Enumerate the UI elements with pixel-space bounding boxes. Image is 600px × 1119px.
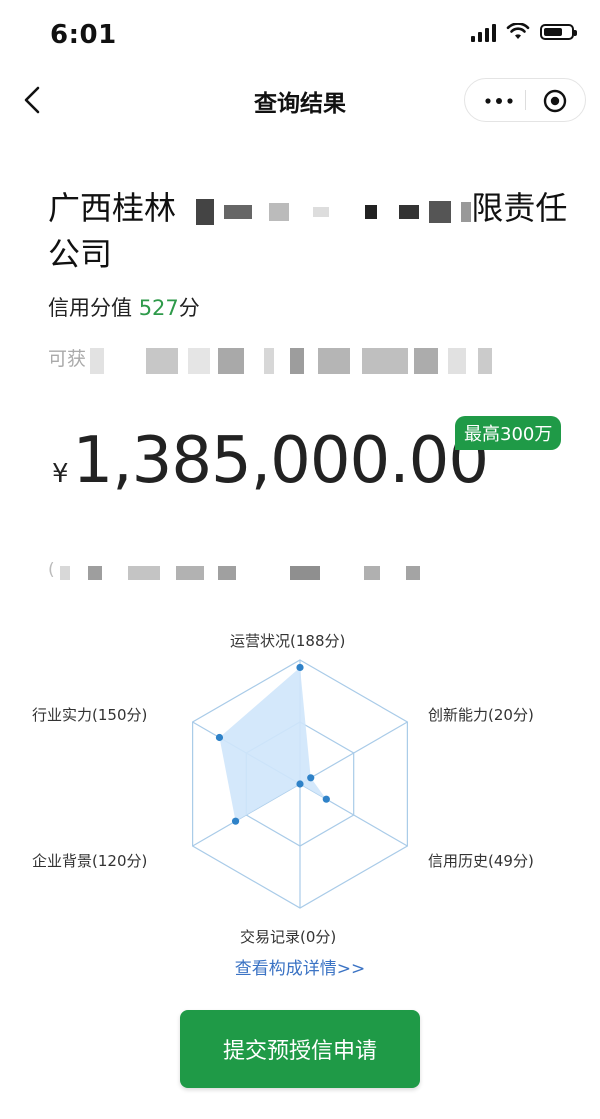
radar-label-credit-history: 信用历史(49分) (428, 852, 534, 870)
status-icons (471, 22, 577, 42)
radar-point (296, 663, 304, 672)
signal-icon (471, 22, 496, 42)
available-label: 可获 (48, 348, 87, 370)
status-bar: 6:01 (0, 0, 600, 70)
capsule-divider (525, 90, 526, 110)
radar-point (231, 817, 240, 825)
radar-label-background: 企业背景(120分) (32, 852, 148, 870)
company-name-mask (186, 188, 472, 232)
radar-label-transactions: 交易记录(0分) (240, 928, 337, 946)
status-time: 6:01 (50, 20, 117, 50)
company-name-prefix: 广西桂林 (48, 189, 177, 227)
credit-score: 信用分值 527分 (48, 292, 200, 322)
amount-value: 1,385,000.00 (72, 424, 489, 498)
radar-point (322, 795, 330, 803)
radar-point (215, 733, 224, 742)
wifi-icon (506, 23, 530, 39)
radar-point (307, 774, 315, 782)
radar-label-innovation: 创新能力(20分) (428, 706, 534, 724)
mini-program-capsule (464, 78, 586, 122)
radar-value-area (219, 667, 327, 822)
currency-symbol: ¥ (52, 459, 69, 489)
credit-amount: ¥1,385,000.00 (52, 424, 489, 498)
radar-point (296, 780, 304, 788)
view-details-link[interactable]: 查看构成详情>> (0, 954, 600, 979)
battery-icon (540, 24, 577, 40)
credit-score-unit: 分 (178, 296, 200, 320)
submit-pre-credit-button[interactable]: 提交预授信申请 (180, 1010, 420, 1088)
radar-label-industry: 行业实力(150分) (32, 706, 148, 724)
radar-label-operation: 运营状况(188分) (230, 632, 346, 650)
nav-bar: 查询结果 (0, 70, 600, 130)
radar-chart: 运营状况(188分) 创新能力(20分) 信用历史(49分) 交易记录(0分) … (0, 620, 600, 980)
more-dots-icon[interactable] (485, 98, 513, 104)
credit-score-label: 信用分值 (48, 296, 139, 320)
target-icon[interactable] (543, 89, 567, 113)
note-prefix: ( (48, 560, 55, 580)
max-amount-badge: 最高300万 (455, 416, 562, 450)
company-name: 广西桂林 限责任公司 (48, 186, 568, 276)
credit-score-value: 527 (138, 296, 179, 320)
